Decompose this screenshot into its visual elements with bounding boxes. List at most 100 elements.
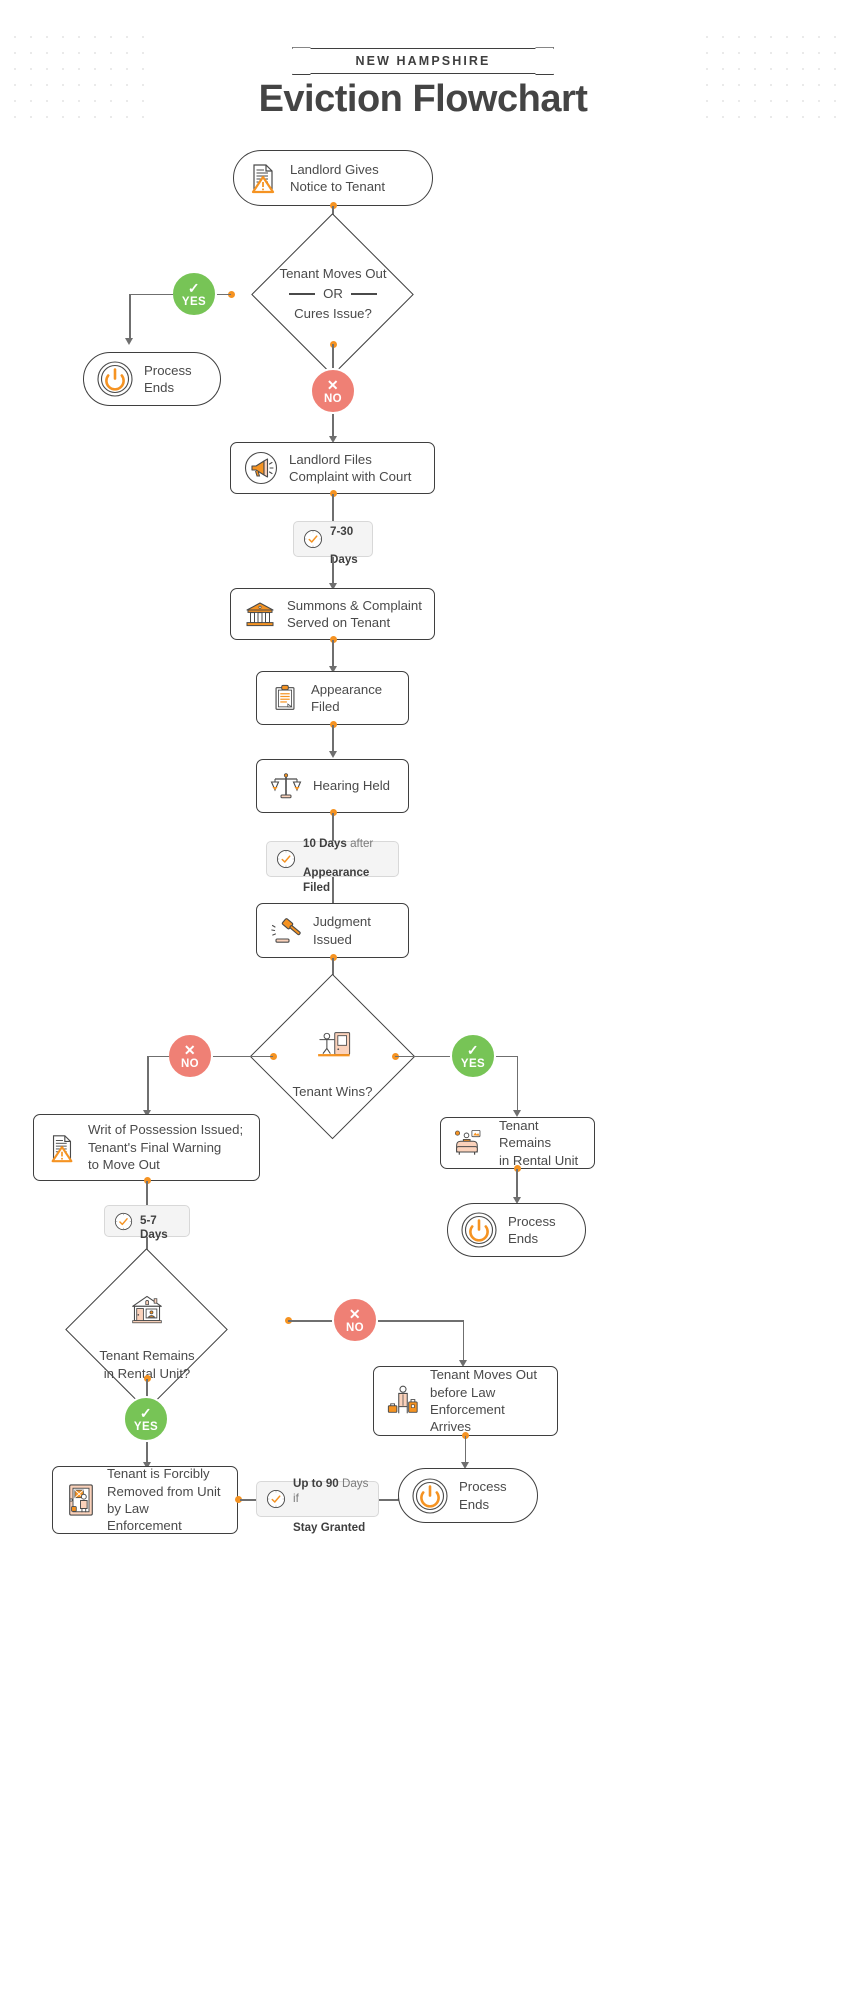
- connector-line: [212, 1055, 273, 1058]
- arrow-head: [125, 338, 134, 345]
- flowchart-canvas: NEW HAMPSHIRE Eviction Flowchart Landlor…: [0, 0, 846, 2001]
- connector-line: [332, 877, 334, 905]
- clock-icon: [266, 1489, 286, 1509]
- node-label: Writ of Possession Issued; Tenant's Fina…: [88, 1122, 244, 1173]
- badge-label: NO: [323, 392, 343, 405]
- badge-no-remains-unit[interactable]: ✕ NO: [332, 1297, 378, 1343]
- timebox-bold: 7-30: [330, 524, 354, 538]
- node-label: Appearance Filed: [311, 681, 383, 714]
- connector-line: [332, 344, 334, 370]
- badge-no-moves-out[interactable]: ✕ NO: [310, 368, 356, 414]
- badge-yes-moves-out[interactable]: ✓ YES: [171, 271, 217, 317]
- node-label: Tenant Moves Out before Law Enforcement …: [430, 1367, 538, 1435]
- check-icon: ✓: [466, 1041, 480, 1058]
- connector-line: [379, 1499, 399, 1501]
- megaphone-icon: [243, 450, 279, 486]
- node-judgment-issued[interactable]: Judgment Issued: [256, 903, 409, 958]
- node-label: Tenant Remains in Rental Unit: [499, 1117, 579, 1168]
- clock-icon: [276, 849, 296, 869]
- node-label: Process Ends: [144, 362, 192, 395]
- timebox-second: Days: [330, 553, 358, 567]
- close-icon: ✕: [326, 376, 340, 393]
- node-tenant-moves-out-before-law[interactable]: Tenant Moves Out before Law Enforcement …: [373, 1366, 558, 1436]
- node-process-ends-1[interactable]: Process Ends: [83, 352, 221, 406]
- timebox-bold: 5-7 Days: [140, 1213, 168, 1242]
- connector-line: [332, 557, 334, 585]
- node-tenant-forcibly-removed[interactable]: Tenant is Forcibly Removed from Unit by …: [52, 1466, 238, 1534]
- timebox-bold: 10 Days: [303, 837, 347, 851]
- timebox-text: 10 Days after Appearance Filed: [303, 823, 389, 895]
- timebox-5-7-days: 5-7 Days: [104, 1205, 190, 1241]
- connector-line: [464, 1436, 467, 1464]
- node-label: Process Ends: [459, 1479, 507, 1512]
- node-label: Landlord Files Complaint with Court: [289, 451, 412, 484]
- clock-icon: [303, 529, 323, 549]
- connector-line: [332, 725, 334, 753]
- clipboard-icon: [269, 682, 301, 714]
- timebox-10-days-after-appearance: 10 Days after Appearance Filed: [266, 837, 399, 894]
- state-ribbon: NEW HAMPSHIRE: [0, 48, 846, 74]
- connector-line: [147, 1055, 169, 1058]
- node-process-ends-3[interactable]: Process Ends: [398, 1468, 538, 1523]
- badge-label: NO: [345, 1321, 365, 1334]
- badge-label: YES: [181, 295, 207, 308]
- node-tenant-remains-rental-unit[interactable]: Tenant Remains in Rental Unit: [440, 1117, 595, 1169]
- power-icon: [411, 1477, 449, 1515]
- badge-no-tenant-wins[interactable]: ✕ NO: [167, 1033, 213, 1079]
- timebox-second: Appearance Filed: [303, 866, 370, 894]
- luggage-person-icon: [386, 1383, 420, 1419]
- node-label: Tenant is Forcibly Removed from Unit by …: [107, 1466, 221, 1534]
- connector-line: [332, 640, 334, 668]
- timebox-light: after: [346, 837, 374, 851]
- badge-yes-tenant-wins[interactable]: ✓ YES: [450, 1033, 496, 1079]
- close-icon: ✕: [183, 1041, 197, 1058]
- timebox-7-30-days: 7-30 Days: [293, 521, 373, 566]
- node-process-ends-2[interactable]: Process Ends: [447, 1203, 586, 1257]
- connector-line: [496, 1055, 518, 1058]
- power-icon: [96, 360, 134, 398]
- connector-line: [129, 293, 173, 296]
- node-writ-of-possession[interactable]: Writ of Possession Issued; Tenant's Fina…: [33, 1114, 260, 1181]
- notice-document-icon: [46, 1132, 78, 1164]
- node-landlord-gives-notice[interactable]: Landlord Gives Notice to Tenant: [233, 150, 433, 206]
- node-hearing-held[interactable]: Hearing Held: [256, 759, 409, 813]
- node-label: Process Ends: [508, 1213, 556, 1246]
- check-icon: ✓: [187, 279, 201, 296]
- connector-line: [215, 293, 231, 296]
- badge-label: YES: [460, 1057, 486, 1070]
- node-label: Landlord Gives Notice to Tenant: [290, 161, 386, 194]
- node-appearance-filed[interactable]: Appearance Filed: [256, 671, 409, 725]
- page-title: Eviction Flowchart: [258, 78, 588, 120]
- connector-line: [288, 1320, 332, 1322]
- connector-line: [146, 1442, 148, 1464]
- connector-line: [516, 1169, 518, 1199]
- state-name: NEW HAMPSHIRE: [355, 54, 491, 68]
- check-icon: ✓: [139, 1404, 153, 1421]
- gavel-icon: [269, 914, 303, 948]
- connector-line: [516, 1055, 519, 1112]
- node-label: Summons & Complaint Served on Tenant: [287, 597, 422, 630]
- badge-yes-remains-unit[interactable]: ✓ YES: [123, 1396, 169, 1442]
- sofa-icon: [453, 1127, 489, 1159]
- connector-line: [332, 414, 334, 438]
- eviction-door-icon: [65, 1482, 97, 1518]
- connector-line: [378, 1320, 464, 1322]
- notice-document-icon: [246, 161, 280, 195]
- badge-label: YES: [133, 1420, 159, 1433]
- scales-icon: [269, 769, 303, 803]
- courthouse-icon: [243, 597, 277, 631]
- connector-line: [129, 293, 131, 340]
- timebox-bold: Up to 90: [293, 1477, 339, 1491]
- timebox-text: 7-30 Days: [330, 510, 358, 568]
- clock-icon: [114, 1212, 133, 1231]
- node-summons-complaint-served[interactable]: Summons & Complaint Served on Tenant: [230, 588, 435, 640]
- timebox-up-to-90-days: Up to 90 Days if Stay Granted: [256, 1477, 379, 1534]
- connector-line: [147, 1055, 149, 1112]
- node-label: Hearing Held: [313, 778, 390, 794]
- power-icon: [460, 1211, 498, 1249]
- node-landlord-files-complaint[interactable]: Landlord Files Complaint with Court: [230, 442, 435, 494]
- badge-label: NO: [180, 1057, 200, 1070]
- connector-line: [395, 1055, 450, 1058]
- close-icon: ✕: [348, 1305, 362, 1322]
- timebox-second: Stay Granted: [293, 1520, 366, 1534]
